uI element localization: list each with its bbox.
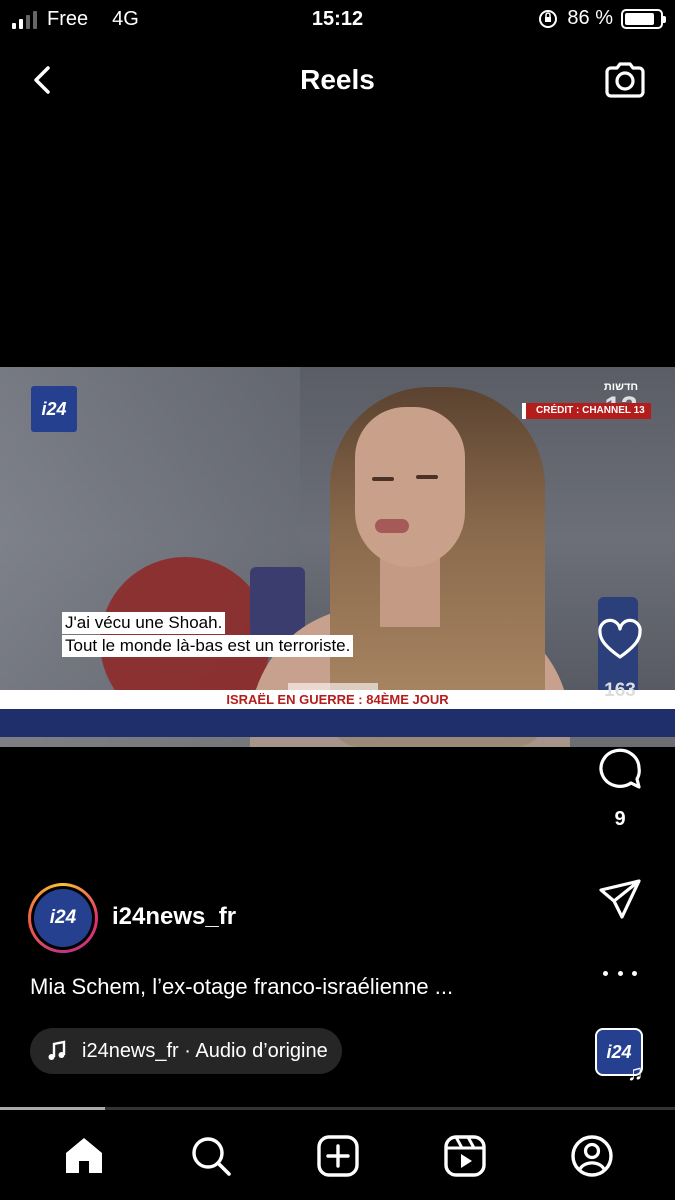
- caption[interactable]: Mia Schem, l’ex-otage franco-israélienne…: [30, 974, 453, 1000]
- video-person-eye: [416, 475, 438, 479]
- comment-count: 9: [614, 808, 626, 830]
- profile-icon: [570, 1135, 613, 1177]
- avatar-logo: i24: [34, 889, 92, 947]
- bottom-nav: [0, 1112, 675, 1200]
- comment-button[interactable]: [595, 744, 645, 794]
- more-options-button[interactable]: [603, 962, 637, 984]
- video-progress-bar[interactable]: [0, 1107, 675, 1110]
- like-count: 163: [604, 680, 636, 701]
- nav-create[interactable]: [314, 1132, 362, 1180]
- nav-profile[interactable]: [568, 1132, 616, 1180]
- battery-percent: 86 %: [567, 7, 613, 29]
- audio-label: i24news_fr · Audio d’origine: [82, 1039, 328, 1062]
- status-bar: Free 4G 15:12 86 %: [0, 0, 675, 40]
- camera-button[interactable]: [601, 56, 649, 104]
- nav-search[interactable]: [187, 1132, 235, 1180]
- subtitles: J'ai vécu une Shoah. Tout le monde là-ba…: [62, 612, 354, 658]
- page-title: Reels: [300, 64, 375, 95]
- nav-reels[interactable]: [441, 1132, 489, 1180]
- avatar[interactable]: i24: [28, 883, 98, 953]
- send-icon: [599, 879, 641, 919]
- comment-icon: [599, 748, 641, 789]
- music-icon: [48, 1040, 66, 1060]
- nav-home[interactable]: [60, 1132, 108, 1180]
- heart-icon: [598, 618, 642, 659]
- dot-icon: [632, 970, 637, 976]
- video-person-eye: [372, 477, 394, 481]
- music-note-icon: ♫: [627, 1060, 644, 1085]
- create-icon: [316, 1135, 359, 1177]
- username[interactable]: i24news_fr: [112, 903, 236, 931]
- dot-icon: [617, 970, 623, 976]
- credit-tag: CRÉDIT : CHANNEL 13: [522, 403, 651, 419]
- search-icon: [191, 1137, 231, 1176]
- news-banner-text: ISRAËL EN GUERRE : 84ÈME JOUR: [226, 692, 449, 707]
- header: Reels: [0, 50, 675, 110]
- channel-logo: i24: [31, 386, 77, 432]
- battery-icon: [621, 8, 666, 29]
- reels-icon: [443, 1135, 486, 1177]
- like-button[interactable]: [596, 616, 644, 664]
- video-person-mouth: [375, 519, 409, 533]
- video-bottom-edge: [0, 737, 675, 747]
- camera-icon: [605, 62, 645, 98]
- video-person-face: [355, 407, 465, 567]
- news-ticker-bar: [0, 709, 675, 737]
- subtitle-line: J'ai vécu une Shoah.: [62, 612, 226, 634]
- subtitle-line: Tout le monde là-bas est un terroriste.: [62, 635, 354, 657]
- reel-video[interactable]: i24 חדשות 13 CRÉDIT : CHANNEL 13 J'ai vé…: [0, 367, 675, 747]
- status-right: 86 %: [537, 7, 666, 30]
- news-banner: ISRAËL EN GUERRE : 84ÈME JOUR: [0, 690, 675, 709]
- audio-pill[interactable]: i24news_fr · Audio d’origine: [30, 1028, 342, 1074]
- home-icon: [65, 1138, 102, 1173]
- share-button[interactable]: [597, 876, 643, 922]
- dot-icon: [603, 970, 608, 976]
- orientation-lock-icon: [539, 9, 558, 28]
